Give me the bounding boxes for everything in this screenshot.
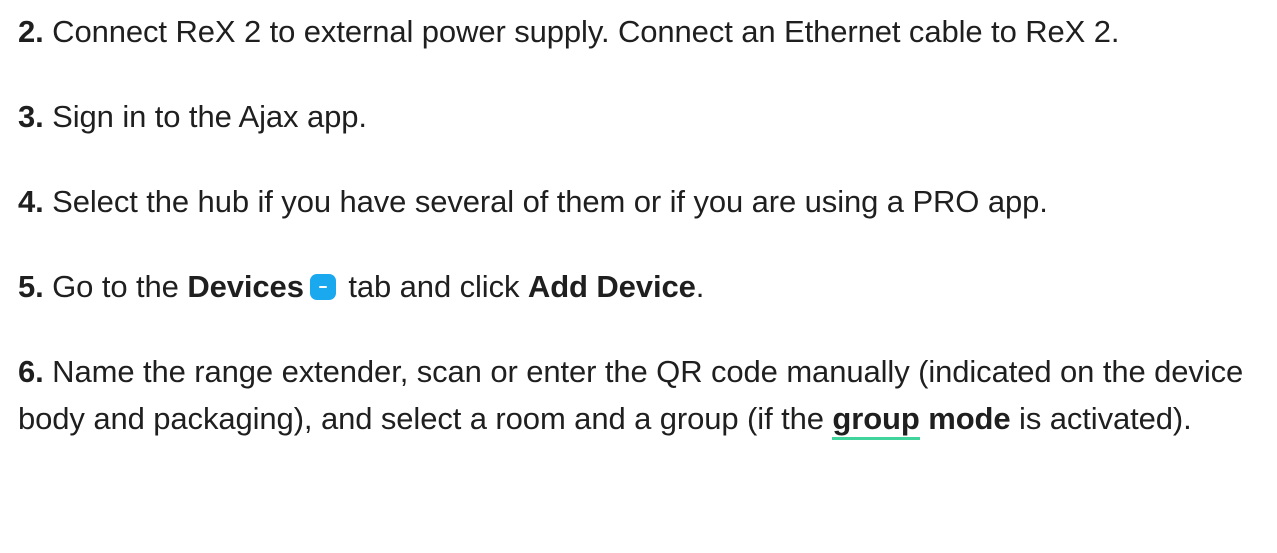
step-number: 2. — [18, 14, 44, 49]
step-text-pre: Go to the — [52, 269, 179, 304]
devices-tab-icon — [309, 274, 336, 300]
step-4: 4. Select the hub if you have several of… — [18, 178, 1266, 225]
step-6: 6. Name the range extender, scan or ente… — [18, 348, 1266, 442]
step-text-end: . — [695, 269, 705, 304]
step-number: 4. — [18, 184, 44, 219]
step-number: 6. — [18, 354, 44, 389]
step-number: 3. — [18, 99, 44, 134]
instruction-steps: 2. Connect ReX 2 to external power suppl… — [18, 8, 1266, 442]
group-mode-link-part-2[interactable]: mode — [928, 401, 1010, 437]
step-text-mid: tab and click — [348, 269, 520, 304]
step-text-end: is activated). — [1019, 401, 1192, 436]
step-2: 2. Connect ReX 2 to external power suppl… — [18, 8, 1266, 55]
step-text: Sign in to the Ajax app. — [52, 99, 367, 134]
devices-tab-label: Devices — [187, 269, 304, 304]
add-device-label: Add Device — [527, 269, 696, 304]
group-mode-link-part-1[interactable]: group — [832, 401, 920, 440]
step-text: Select the hub if you have several of th… — [52, 184, 1048, 219]
step-number: 5. — [18, 269, 44, 304]
step-5: 5. Go to the Devices tab and click Add D… — [18, 263, 1266, 310]
step-text: Connect ReX 2 to external power supply. … — [52, 14, 1120, 49]
step-3: 3. Sign in to the Ajax app. — [18, 93, 1266, 140]
